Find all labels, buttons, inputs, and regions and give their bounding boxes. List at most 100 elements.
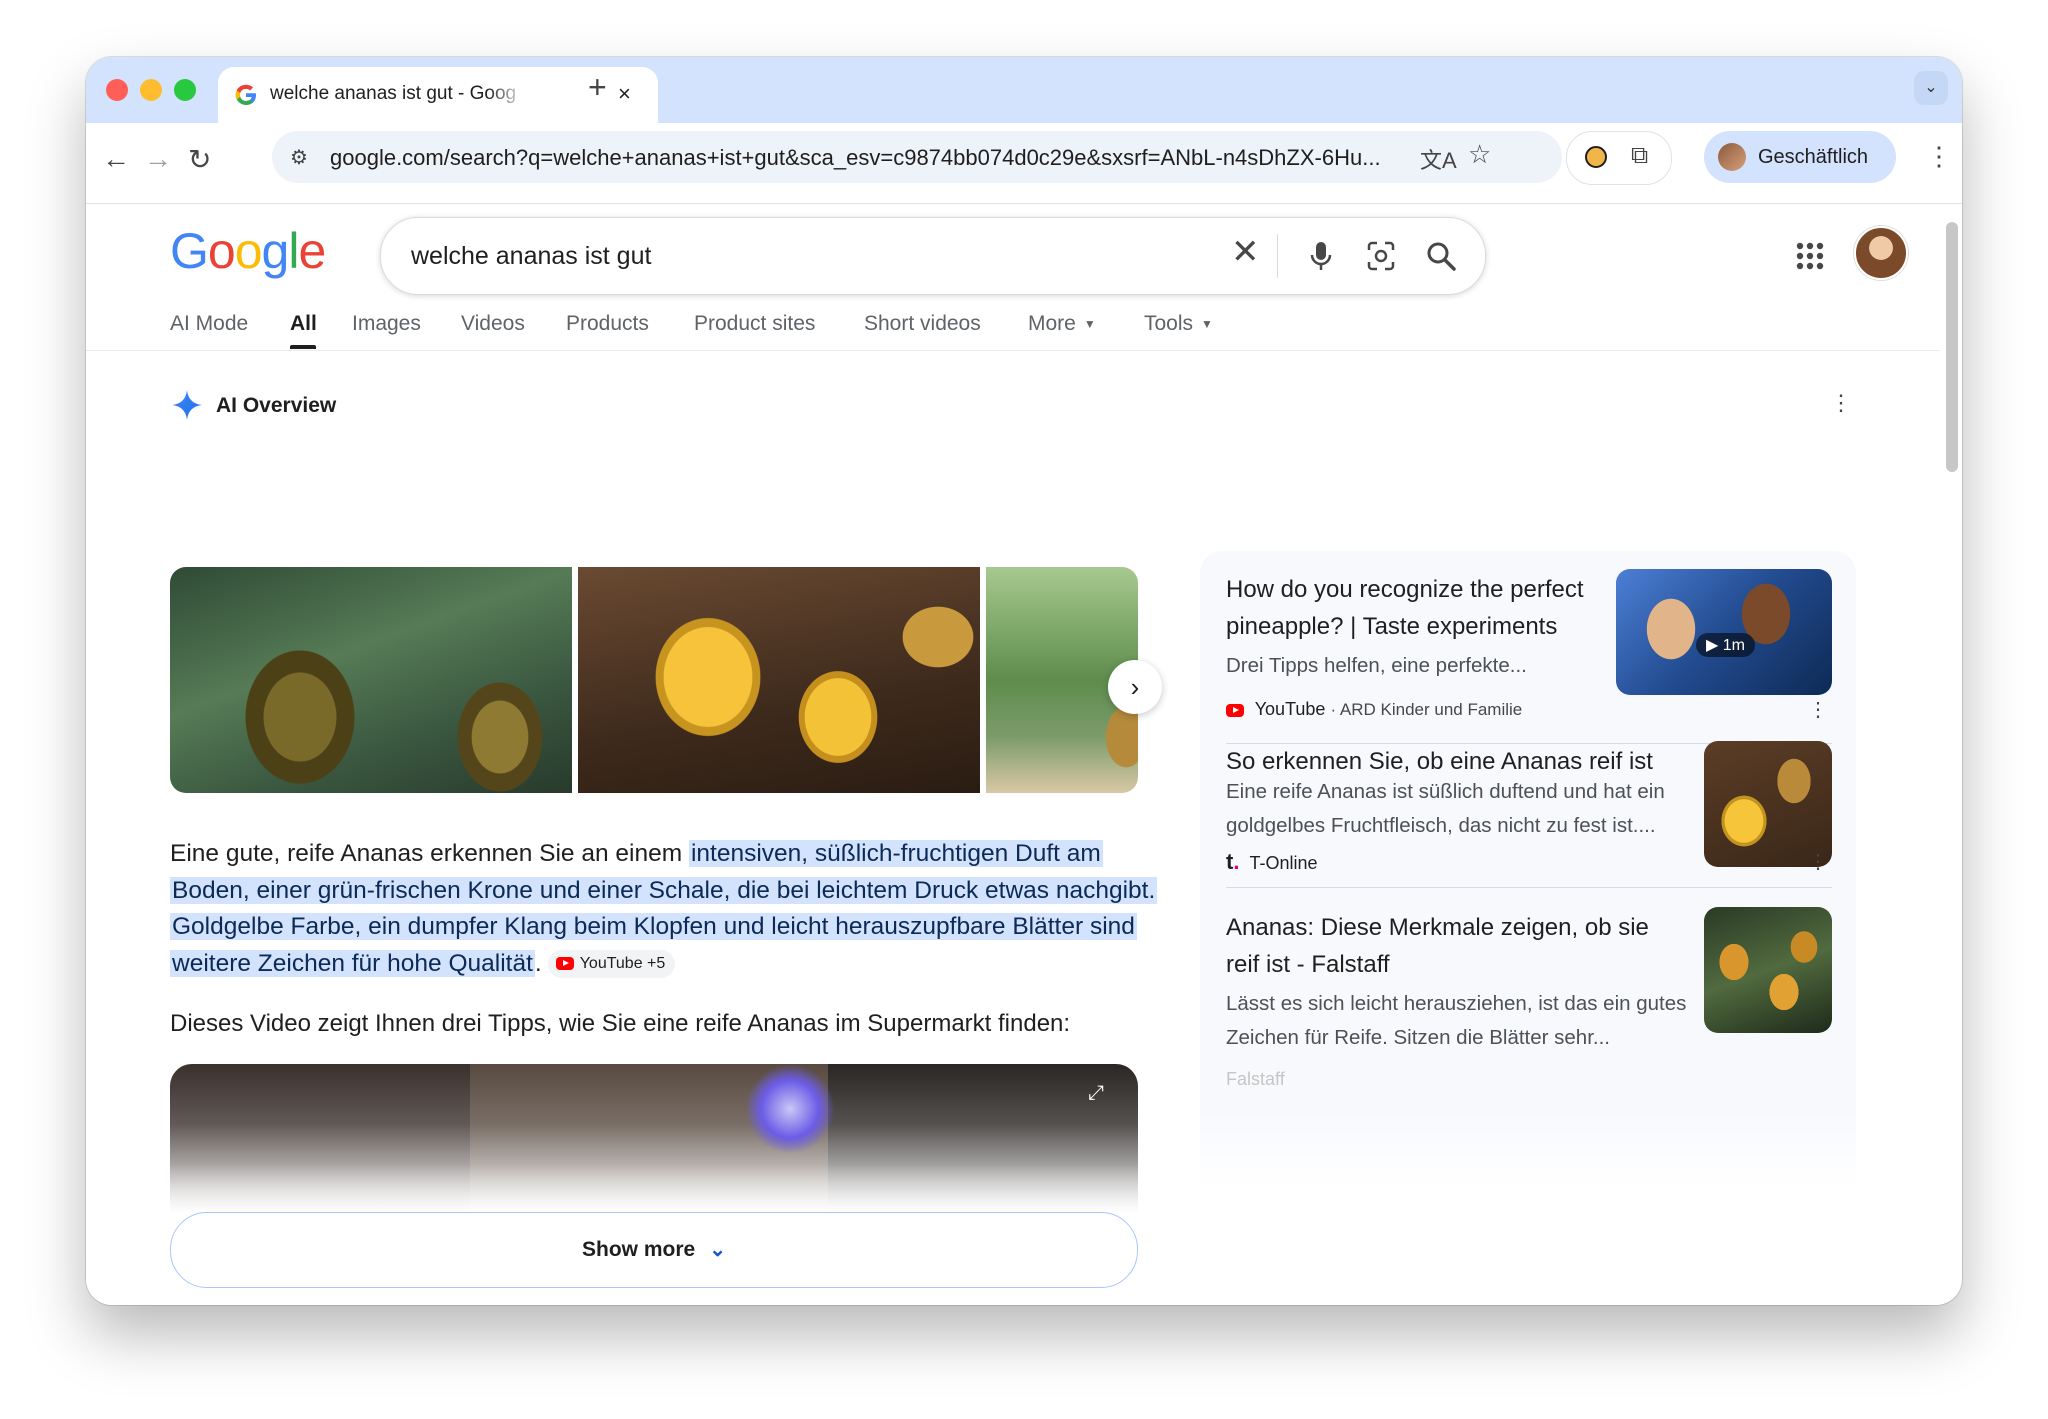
sparkle-icon — [172, 390, 202, 420]
source-description: Eine reife Ananas ist süßlich duftend un… — [1226, 780, 1665, 837]
pineapple-image[interactable] — [170, 567, 572, 793]
source-chip-label: YouTube +5 — [579, 955, 666, 973]
logo-letter: e — [298, 223, 326, 279]
carousel-next-chevron-icon[interactable]: › — [1108, 660, 1162, 714]
site-settings-icon[interactable]: ⚙ — [290, 145, 308, 170]
tab-ai-mode[interactable]: AI Mode — [170, 312, 248, 336]
youtube-icon — [555, 957, 574, 971]
minimize-window-button[interactable] — [140, 79, 162, 101]
search-icon[interactable] — [1421, 236, 1461, 276]
browser-menu-icon[interactable]: ⋮ — [1926, 141, 1952, 172]
address-bar[interactable]: ⚙ google.com/search?q=welche+ananas+ist+… — [272, 131, 1562, 183]
clear-icon[interactable]: ✕ — [1231, 232, 1260, 272]
tab-images[interactable]: Images — [352, 312, 421, 336]
profile-button[interactable]: Geschäftlich — [1704, 131, 1896, 183]
caret-down-icon: ▼ — [1083, 317, 1096, 332]
url-text[interactable]: google.com/search?q=welche+ananas+ist+gu… — [330, 145, 1381, 171]
show-more-button[interactable]: Show more ⌄ — [170, 1212, 1138, 1288]
tab-title: welche ananas ist gut - Goog — [270, 83, 517, 104]
channel-name: ARD Kinder und Familie — [1339, 700, 1523, 719]
google-apps-icon[interactable] — [1790, 236, 1830, 276]
source-more-icon[interactable]: ⋮ — [1808, 849, 1828, 874]
tab-close-icon[interactable]: × — [618, 81, 631, 107]
profile-avatar — [1718, 143, 1746, 171]
tab-more-label: More — [1028, 312, 1076, 335]
extension-icon[interactable] — [1585, 146, 1607, 168]
paragraph-text: Eine gute, reife Ananas erkennen Sie an … — [170, 840, 689, 867]
source-description: Lässt es sich leicht herausziehen, ist d… — [1226, 992, 1687, 1049]
bookmark-star-icon[interactable]: ☆ — [1468, 139, 1491, 170]
source-title[interactable]: Ananas: Diese Merkmale zeigen, ob sie re… — [1226, 909, 1666, 983]
tab-all[interactable]: All — [290, 312, 317, 336]
new-tab-button[interactable]: + — [588, 69, 607, 106]
account-avatar[interactable] — [1854, 226, 1908, 280]
close-window-button[interactable] — [106, 79, 128, 101]
active-tab-indicator — [290, 345, 316, 349]
video-duration: ▶ 1m — [1696, 633, 1755, 657]
google-lens-icon[interactable] — [1361, 236, 1401, 276]
video-intro-text: Dieses Video zeigt Ihnen drei Tipps, wie… — [170, 1010, 1071, 1037]
forward-arrow-icon[interactable]: → — [144, 143, 172, 175]
extensions-group: ⧉ — [1566, 131, 1672, 185]
translate-icon[interactable]: 文A — [1420, 143, 1457, 175]
image-carousel — [170, 567, 1138, 793]
tab-products[interactable]: Products — [566, 312, 649, 336]
show-more-label: Show more — [582, 1238, 696, 1261]
google-logo[interactable]: Google — [170, 222, 326, 280]
tab-short-videos[interactable]: Short videos — [864, 312, 981, 336]
chevron-down-icon: ⌄ — [709, 1239, 726, 1261]
source-meta: t. T-Online — [1226, 849, 1317, 875]
search-input[interactable]: welche ananas ist gut — [411, 242, 651, 271]
source-thumbnail[interactable] — [1704, 907, 1832, 1033]
logo-letter: l — [288, 223, 299, 279]
duration-label: 1m — [1722, 637, 1745, 654]
tab-tools-label: Tools — [1144, 312, 1194, 335]
tab-videos[interactable]: Videos — [461, 312, 525, 336]
source-description: Drei Tipps helfen, eine perfekte... — [1226, 654, 1527, 677]
google-favicon-icon — [235, 84, 256, 105]
browser-toolbar: ← → ↻ ⚙ google.com/search?q=welche+anana… — [86, 123, 1962, 204]
tab-more[interactable]: More ▼ — [1028, 312, 1096, 336]
video-thumbnail[interactable]: ▶ 1m — [1616, 569, 1832, 695]
paragraph-end: . — [534, 949, 542, 977]
source-card[interactable]: So erkennen Sie, ob eine Ananas reif ist… — [1226, 741, 1832, 893]
logo-letter: G — [170, 223, 209, 279]
card-divider — [1226, 887, 1832, 888]
source-card[interactable]: Ananas: Diese Merkmale zeigen, ob sie re… — [1226, 907, 1832, 1089]
video-blur — [745, 1064, 835, 1154]
logo-letter: o — [207, 223, 236, 279]
panel-fade — [1200, 1111, 1856, 1201]
page-scrollbar[interactable] — [1946, 222, 1958, 472]
microphone-icon[interactable] — [1301, 236, 1341, 276]
ai-overview-more-icon[interactable]: ⋮ — [1830, 390, 1852, 416]
source-meta: Falstaff — [1226, 1069, 1285, 1090]
back-arrow-icon[interactable]: ← — [102, 143, 130, 175]
t-online-logo: t. — [1226, 849, 1240, 874]
source-meta: YouTube · ARD Kinder und Familie — [1226, 699, 1522, 720]
tab-tools[interactable]: Tools ▼ — [1144, 312, 1213, 336]
tab-search-chevron-icon[interactable]: ⌄ — [1914, 71, 1948, 105]
reload-icon[interactable]: ↻ — [188, 143, 211, 176]
logo-letter: o — [234, 223, 263, 279]
expand-icon[interactable]: ⤢ — [1088, 1082, 1104, 1105]
source-name: T-Online — [1249, 853, 1318, 873]
source-card[interactable]: How do you recognize the perfect pineapp… — [1226, 569, 1832, 744]
search-box[interactable]: welche ananas ist gut ✕ — [380, 217, 1486, 295]
ai-overview-paragraph: Eine gute, reife Ananas erkennen Sie an … — [170, 836, 1160, 982]
puzzle-extensions-icon[interactable]: ⧉ — [1631, 142, 1648, 170]
tab-strip: welche ananas ist gut - Goog × + ⌄ — [86, 57, 1962, 123]
search-divider — [1277, 234, 1278, 278]
caret-down-icon: ▼ — [1201, 317, 1213, 332]
pineapple-sliced-image[interactable] — [578, 567, 980, 793]
logo-letter: g — [261, 223, 290, 279]
search-tabs: AI Mode All Images Videos Products Produ… — [86, 304, 1940, 350]
tab-product-sites[interactable]: Product sites — [694, 312, 815, 336]
maximize-window-button[interactable] — [174, 79, 196, 101]
source-more-icon[interactable]: ⋮ — [1808, 697, 1828, 722]
header-divider — [86, 350, 1940, 351]
source-name: YouTube — [1254, 699, 1326, 719]
source-chip[interactable]: YouTube +5 — [547, 950, 676, 979]
sources-panel: How do you recognize the perfect pineapp… — [1200, 551, 1856, 1201]
youtube-icon — [1226, 703, 1244, 717]
source-title[interactable]: How do you recognize the perfect pineapp… — [1226, 571, 1606, 645]
